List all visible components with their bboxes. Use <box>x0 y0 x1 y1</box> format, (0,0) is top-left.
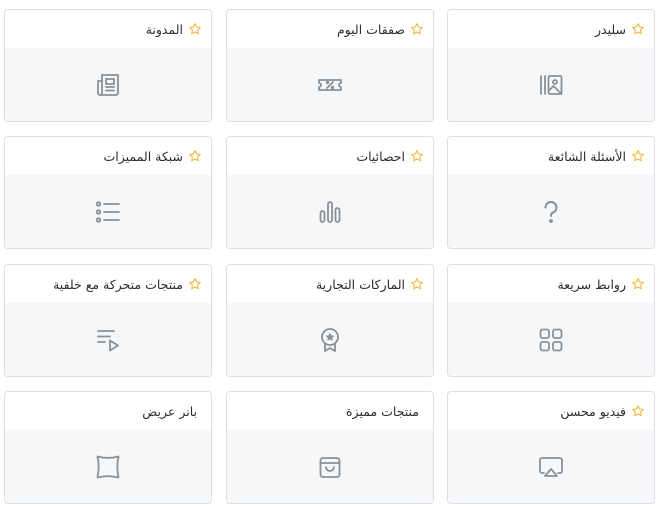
card-title: الماركات التجارية <box>315 276 405 292</box>
card-header: المدونة <box>5 10 211 48</box>
card-preview <box>5 175 211 248</box>
card-header: الأسئلة الشائعة <box>448 137 654 175</box>
widget-card-brands[interactable]: الماركات التجارية <box>226 264 434 377</box>
card-title: منتجات مميزة <box>346 403 419 419</box>
star-icon[interactable] <box>631 149 645 163</box>
widget-card-enhanced-video[interactable]: فيديو محسن <box>447 391 655 504</box>
card-preview <box>227 430 433 503</box>
card-title: صفقات اليوم <box>336 21 405 37</box>
card-preview <box>448 303 654 376</box>
card-preview <box>448 175 654 248</box>
card-title: روابط سريعة <box>557 276 626 292</box>
card-header: صفقات اليوم <box>227 10 433 48</box>
widget-card-features-grid[interactable]: شبكة المميزات <box>4 136 212 249</box>
discount-ticket-icon <box>316 71 344 99</box>
card-title: شبكة المميزات <box>103 148 183 164</box>
star-icon[interactable] <box>631 277 645 291</box>
widget-card-quick-links[interactable]: روابط سريعة <box>447 264 655 377</box>
star-icon[interactable] <box>188 22 202 36</box>
star-icon[interactable] <box>410 277 424 291</box>
card-preview <box>227 303 433 376</box>
card-title: منتجات متحركة مع خلفية <box>53 276 183 292</box>
widget-card-daily-deals[interactable]: صفقات اليوم <box>226 9 434 122</box>
widget-card-slider[interactable]: سليدر <box>447 9 655 122</box>
card-header: شبكة المميزات <box>5 137 211 175</box>
badge-icon <box>316 326 344 354</box>
widget-card-faq[interactable]: الأسئلة الشائعة <box>447 136 655 249</box>
widget-card-statistics[interactable]: احصائيات <box>226 136 434 249</box>
grid-icon <box>537 326 565 354</box>
banner-icon <box>94 453 122 481</box>
widget-card-featured-products[interactable]: منتجات مميزة <box>226 391 434 504</box>
card-header: بانر عريض <box>5 392 211 430</box>
star-icon[interactable] <box>410 22 424 36</box>
card-preview <box>5 430 211 503</box>
widget-card-animated-products[interactable]: منتجات متحركة مع خلفية <box>4 264 212 377</box>
card-header: منتجات متحركة مع خلفية <box>5 265 211 303</box>
widget-card-wide-banner[interactable]: بانر عريض <box>4 391 212 504</box>
card-title: سليدر <box>595 21 626 37</box>
card-preview <box>227 175 433 248</box>
card-preview <box>448 48 654 121</box>
list-icon <box>94 198 122 226</box>
star-icon[interactable] <box>410 149 424 163</box>
card-preview <box>227 48 433 121</box>
star-icon[interactable] <box>188 149 202 163</box>
airplay-icon <box>537 453 565 481</box>
card-header: منتجات مميزة <box>227 392 433 430</box>
playlist-icon <box>94 326 122 354</box>
star-icon[interactable] <box>188 277 202 291</box>
card-preview <box>5 48 211 121</box>
card-header: فيديو محسن <box>448 392 654 430</box>
card-header: سليدر <box>448 10 654 48</box>
bar-chart-icon <box>316 198 344 226</box>
question-icon <box>537 198 565 226</box>
card-title: المدونة <box>145 21 183 37</box>
shopping-bag-icon <box>316 453 344 481</box>
card-preview <box>448 430 654 503</box>
widget-grid: سليدر صفقات اليوم المدونة الأسئلة الشائع… <box>0 0 665 510</box>
card-title: بانر عريض <box>142 403 197 419</box>
card-preview <box>5 303 211 376</box>
star-icon[interactable] <box>631 404 645 418</box>
card-header: احصائيات <box>227 137 433 175</box>
gallery-icon <box>537 71 565 99</box>
card-title: فيديو محسن <box>560 403 626 419</box>
newspaper-icon <box>94 71 122 99</box>
card-title: احصائيات <box>356 148 405 164</box>
card-header: روابط سريعة <box>448 265 654 303</box>
card-header: الماركات التجارية <box>227 265 433 303</box>
card-title: الأسئلة الشائعة <box>547 148 626 164</box>
widget-card-blog[interactable]: المدونة <box>4 9 212 122</box>
star-icon[interactable] <box>631 22 645 36</box>
